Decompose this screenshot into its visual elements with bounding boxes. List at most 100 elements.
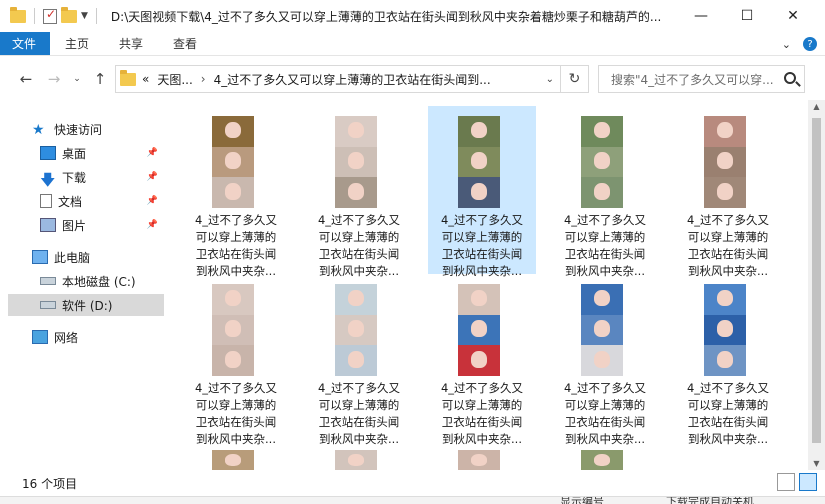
up-button[interactable]: ↑ <box>86 65 114 93</box>
new-folder-icon[interactable] <box>61 6 77 23</box>
breadcrumb-item[interactable]: 4_过不了多久又可以穿上薄薄的卫衣站在街头闻到... <box>214 71 491 88</box>
thumbnail-image <box>581 116 623 208</box>
tab-home[interactable]: 主页 <box>50 32 104 55</box>
large-icons-view-button[interactable] <box>799 473 817 491</box>
expand-ribbon-icon[interactable]: ⌄ <box>782 38 791 51</box>
refresh-button[interactable]: ↻ <box>561 65 589 93</box>
recent-locations-icon[interactable]: ⌄ <box>68 65 86 93</box>
separator <box>34 8 35 24</box>
breadcrumb-separator-icon[interactable]: › <box>201 72 206 86</box>
breadcrumb-item[interactable]: 天图... <box>157 71 192 88</box>
thumbnail-image <box>704 116 746 208</box>
file-tile[interactable]: 4_过不了多久又 可以穿上薄薄的 卫衣站在街头闻 到秋风中夹杂... <box>182 274 290 446</box>
file-tile[interactable]: 4_过不了多久又 可以穿上薄薄的 卫衣站在街头闻 到秋风中夹杂... <box>305 274 413 446</box>
properties-icon[interactable] <box>43 7 57 24</box>
file-name: 4_过不了多久又 可以穿上薄薄的 卫衣站在街头闻 到秋风中夹杂... <box>317 381 401 446</box>
drive-icon <box>40 301 56 309</box>
sidebar-item-this-pc[interactable]: 此电脑 <box>32 246 164 268</box>
thumbnail-image <box>458 284 500 376</box>
item-count: 16 个项目 <box>22 476 78 491</box>
tab-file[interactable]: 文件 <box>0 32 51 55</box>
sidebar-item-label: 快速访问 <box>54 122 103 137</box>
file-tile[interactable]: 4_过不了多久又 可以穿上薄薄的 卫衣站在街头闻 到秋风中夹杂... <box>674 274 782 446</box>
pictures-icon <box>40 218 56 232</box>
thumbnail-image <box>335 450 377 470</box>
thumbnail-image <box>212 450 254 470</box>
file-tile[interactable]: 4_过不了多久又 可以穿上薄薄的 卫衣站在街头闻 到秋风中夹杂... <box>305 106 413 278</box>
sidebar-item-network[interactable]: 网络 <box>32 326 164 348</box>
sidebar-item-local-disk-c[interactable]: 本地磁盘 (C:) <box>40 270 164 292</box>
search-placeholder: 搜索"4_过不了多久又可以穿... <box>611 72 774 87</box>
sidebar-item-pictures[interactable]: 图片 📌 <box>40 214 164 236</box>
back-button[interactable]: ← <box>12 65 40 93</box>
file-tile[interactable]: 4_过不了多久又 可以穿上薄薄的 卫衣站在街头闻 到秋风中夹杂... <box>182 106 290 278</box>
title-bar: ▼ D:\天图视频下载\4_过不了多久又可以穿上薄薄的卫衣站在街头闻到秋风中夹杂… <box>0 0 825 32</box>
file-name: 4_过不了多久又 可以穿上薄薄的 卫衣站在街头闻 到秋风中夹杂... <box>440 213 524 278</box>
sidebar-item-label: 文档 <box>58 194 83 209</box>
sidebar-item-documents[interactable]: 文档 📌 <box>40 190 164 212</box>
help-icon[interactable]: ? <box>803 37 817 51</box>
file-name: 4_过不了多久又 可以穿上薄薄的 卫衣站在街头闻 到秋风中夹杂... <box>563 381 647 446</box>
pin-icon: 📌 <box>146 220 158 230</box>
show-number-label: 显示编号 <box>560 496 604 504</box>
file-tile[interactable] <box>182 442 290 470</box>
file-tile[interactable] <box>305 442 413 470</box>
file-name: 4_过不了多久又 可以穿上薄薄的 卫衣站在街头闻 到秋风中夹杂... <box>686 381 770 446</box>
search-input[interactable]: 搜索"4_过不了多久又可以穿... <box>598 65 805 93</box>
maximize-button[interactable]: ☐ <box>724 0 770 32</box>
file-name: 4_过不了多久又 可以穿上薄薄的 卫衣站在街头闻 到秋风中夹杂... <box>317 213 401 278</box>
file-tile[interactable]: 4_过不了多久又 可以穿上薄薄的 卫衣站在街头闻 到秋风中夹杂... <box>428 274 536 446</box>
auto-shutdown-label: 下载完成自动关机 <box>666 496 754 504</box>
scroll-up-icon[interactable]: ▲ <box>808 102 825 111</box>
file-name: 4_过不了多久又 可以穿上薄薄的 卫衣站在街头闻 到秋风中夹杂... <box>194 213 278 278</box>
file-name: 4_过不了多久又 可以穿上薄薄的 卫衣站在街头闻 到秋风中夹杂... <box>686 213 770 278</box>
download-icon: 🡇 <box>40 171 56 189</box>
file-tile[interactable]: 4_过不了多久又 可以穿上薄薄的 卫衣站在街头闻 到秋风中夹杂... <box>674 106 782 278</box>
scrollbar-thumb[interactable] <box>812 118 821 443</box>
file-tile-selected[interactable]: 4_过不了多久又 可以穿上薄薄的 卫衣站在街头闻 到秋风中夹杂... <box>428 106 536 278</box>
thumbnail-image <box>212 116 254 208</box>
sidebar-item-downloads[interactable]: 🡇 下载 📌 <box>40 166 164 190</box>
sidebar-item-label: 本地磁盘 (C:) <box>62 274 136 289</box>
close-button[interactable]: ✕ <box>770 0 816 32</box>
vertical-scrollbar[interactable]: ▲ ▼ <box>808 100 825 470</box>
thumbnail-image <box>581 284 623 376</box>
search-icon <box>784 72 796 84</box>
pin-icon: 📌 <box>146 172 158 182</box>
minimize-button[interactable]: — <box>678 0 724 32</box>
file-tile[interactable] <box>551 442 659 470</box>
window-title: D:\天图视频下载\4_过不了多久又可以穿上薄薄的卫衣站在街头闻到秋风中夹杂着糖… <box>110 9 662 24</box>
scroll-down-icon[interactable]: ▼ <box>808 459 825 468</box>
computer-icon <box>32 250 48 264</box>
sidebar-item-desktop[interactable]: 桌面 📌 <box>40 142 164 164</box>
quick-access-toolbar: ▼ <box>0 6 101 24</box>
file-tile[interactable] <box>428 442 536 470</box>
file-tile[interactable]: 4_过不了多久又 可以穿上薄薄的 卫衣站在街头闻 到秋风中夹杂... <box>551 274 659 446</box>
tab-share[interactable]: 共享 <box>104 32 158 55</box>
sidebar-item-software-d[interactable]: 软件 (D:) <box>8 294 164 316</box>
sidebar-item-label: 下载 <box>62 170 87 185</box>
breadcrumb-overflow[interactable]: « <box>142 72 149 86</box>
drive-icon <box>40 277 56 285</box>
folder-icon <box>10 6 26 23</box>
network-icon <box>32 330 48 344</box>
thumbnail-image <box>335 284 377 376</box>
address-bar[interactable]: « 天图... › 4_过不了多久又可以穿上薄薄的卫衣站在街头闻到... ⌄ <box>115 65 561 93</box>
folder-icon <box>120 69 136 86</box>
customize-toolbar-icon[interactable]: ▼ <box>81 11 88 21</box>
file-name: 4_过不了多久又 可以穿上薄薄的 卫衣站在街头闻 到秋风中夹杂... <box>194 381 278 446</box>
file-list: 4_过不了多久又 可以穿上薄薄的 卫衣站在街头闻 到秋风中夹杂... 4_过不了… <box>172 100 800 470</box>
file-name: 4_过不了多久又 可以穿上薄薄的 卫衣站在街头闻 到秋风中夹杂... <box>563 213 647 278</box>
sidebar-item-label: 软件 (D:) <box>62 298 113 313</box>
thumbnail-image <box>212 284 254 376</box>
file-tile[interactable]: 4_过不了多久又 可以穿上薄薄的 卫衣站在街头闻 到秋风中夹杂... <box>551 106 659 278</box>
address-dropdown-icon[interactable]: ⌄ <box>546 74 554 85</box>
sidebar-item-label: 桌面 <box>62 146 87 161</box>
pin-icon: 📌 <box>146 148 158 158</box>
tab-view[interactable]: 查看 <box>158 32 212 55</box>
star-icon: ★ <box>32 122 45 138</box>
forward-button[interactable]: → <box>40 65 68 93</box>
navigation-pane: ★ 快速访问 桌面 📌 🡇 下载 📌 文档 📌 图片 📌 此电脑 本地磁盘 (C… <box>0 100 170 470</box>
details-view-button[interactable] <box>777 473 795 491</box>
thumbnail-image <box>335 116 377 208</box>
